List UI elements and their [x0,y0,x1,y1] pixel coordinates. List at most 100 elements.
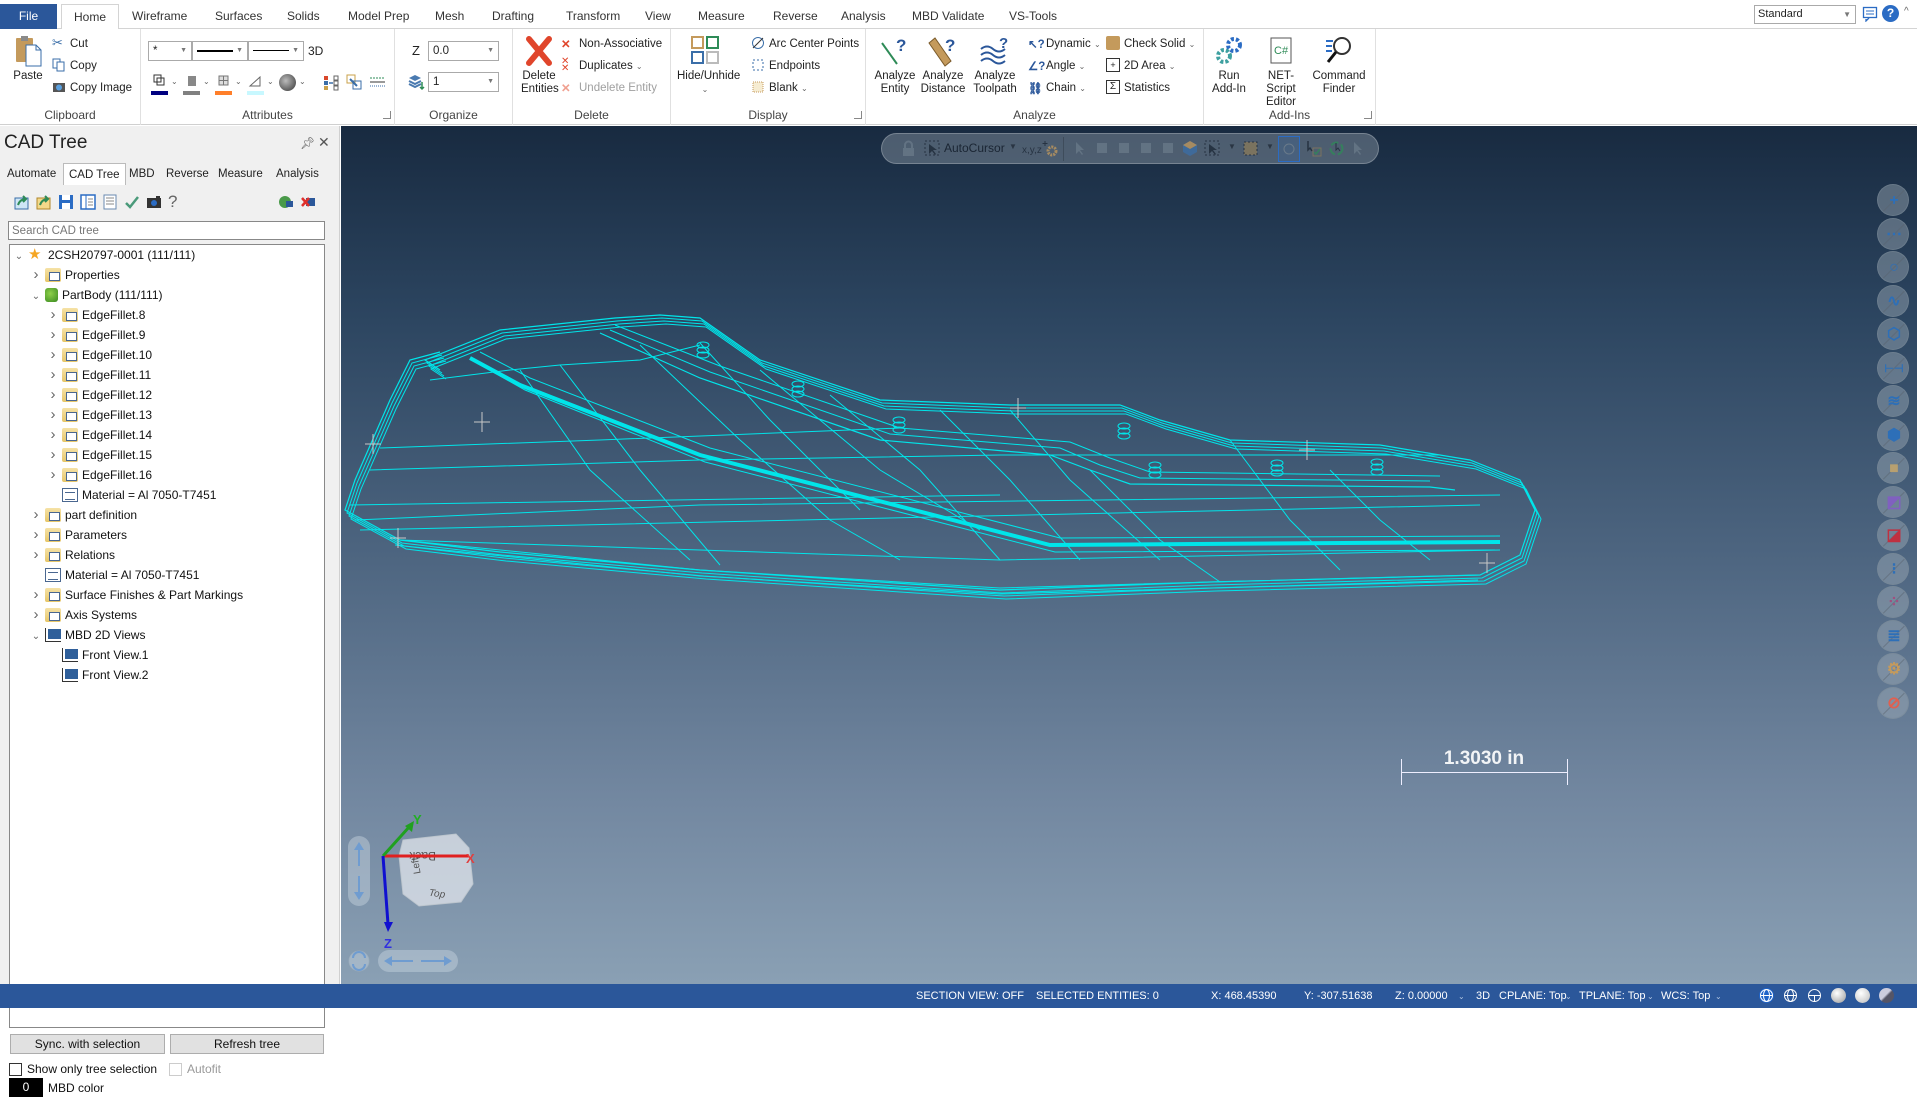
panel-tab-cad-tree[interactable]: CAD Tree [63,163,126,185]
statistics-button[interactable]: Σ Statistics [1106,79,1170,97]
angle-button[interactable]: ∠?Angle ⌄ [1028,57,1085,75]
lock-icon[interactable] [900,140,917,157]
tree-node[interactable]: › EdgeFillet.11 [46,365,152,385]
shaded-edges-sphere-icon[interactable] [1855,988,1870,1003]
expand-chevron-icon[interactable]: › [29,585,43,605]
reselect-icon[interactable] [1328,140,1345,157]
line-style-select[interactable]: ▼ [192,41,248,61]
collapse-chevron-icon[interactable]: ⌄ [29,287,43,307]
workspace-select[interactable]: Standard ▼ [1754,5,1856,24]
quick-mask-button[interactable]: ⊢⊣ [1877,351,1909,384]
window-select-icon[interactable] [1204,140,1221,157]
tree-node[interactable]: › Relations [29,545,116,565]
blank-button[interactable]: Blank ⌄ [751,79,808,97]
transfer-attributes-icon[interactable] [346,74,363,91]
cad-tree-search-input[interactable] [8,221,325,240]
net-script-editor-button[interactable]: C# NET-Script Editor [1254,35,1308,109]
quick-mask-button[interactable]: ∿ [1877,284,1909,317]
wireframe-model[interactable] [341,126,1917,984]
chevron-down-icon[interactable]: ⌄ [1458,992,1465,1001]
tab-solids[interactable]: Solids [275,4,332,29]
translucency-icon[interactable] [1879,988,1894,1003]
tree-node[interactable]: › part definition [29,505,138,525]
chevron-down-icon[interactable]: ⌄ [267,77,274,86]
expand-chevron-icon[interactable]: › [46,385,60,405]
chevron-down-icon[interactable]: ⌄ [1647,992,1654,1001]
hidden-removed-globe-icon[interactable] [1807,988,1822,1003]
non-associative-button[interactable]: ✕ Non-Associative [561,35,662,53]
paste-button[interactable]: Paste [8,35,48,83]
autofit-checkbox[interactable] [169,1063,182,1076]
analyze-distance-button[interactable]: ? Analyze Distance [918,35,968,96]
chain-button[interactable]: ⛓ Chain ⌄ [1028,79,1086,97]
set-attributes-icon[interactable] [323,74,340,91]
help-icon[interactable]: ? [168,193,184,210]
point-style-select[interactable]: * ▼ [148,41,192,61]
section-view-status[interactable]: SECTION VIEW: OFF [916,990,1024,1002]
add-view-icon[interactable] [278,194,294,210]
checkmark-icon[interactable] [124,194,140,210]
tree-node[interactable]: › EdgeFillet.9 [46,325,146,345]
tab-mesh[interactable]: Mesh [423,4,476,29]
level-input[interactable]: 1 ▼ [428,72,499,92]
quick-mask-button[interactable]: ■ [1877,452,1909,484]
chevron-down-icon[interactable]: ⌄ [171,77,178,86]
chevron-down-icon[interactable]: ▼ [1009,142,1017,151]
endpoints-button[interactable]: Endpoints [751,57,820,75]
solid-color-button[interactable] [183,74,200,95]
tree-node[interactable]: › Surface Finishes & Part Markings [29,585,244,605]
tree-node[interactable]: › EdgeFillet.8 [46,305,146,325]
chevron-down-icon[interactable]: ⌄ [1715,992,1722,1001]
surface-color-button[interactable] [215,74,232,95]
quick-mask-button[interactable]: ⋯ [1877,217,1909,250]
analyze-entity-button[interactable]: ? Analyze Entity [874,35,916,96]
expand-chevron-icon[interactable]: › [46,445,60,465]
display-launcher-icon[interactable] [854,111,862,119]
arc-center-points-button[interactable]: Arc Center Points [751,35,859,53]
collapse-chevron-icon[interactable]: ⌄ [29,627,43,647]
quick-mask-button[interactable]: ≣ [1877,619,1909,652]
expand-chevron-icon[interactable]: › [46,465,60,485]
clear-selection-icon[interactable] [1350,140,1367,157]
duplicates-button[interactable]: ✕ ✕ Duplicates ⌄ [561,56,643,75]
mode-3d-status[interactable]: 3D [1476,990,1490,1002]
hide-unhide-button[interactable]: Hide/Unhide ⌄ [677,35,740,96]
refresh-tree-button[interactable]: Refresh tree [170,1034,324,1054]
select-solid-color-icon[interactable] [1182,140,1199,157]
cad-tree[interactable]: ⌄ ★ 2CSH20797-0001 (111/111) › Properties ⌄ Pa… [9,244,325,1028]
material-sphere-icon[interactable] [279,74,296,91]
wcs-status[interactable]: WCS: Top [1661,990,1710,1002]
quick-mask-button[interactable]: ⬢ [1877,418,1909,451]
chevron-down-icon[interactable]: ⌄ [203,77,210,86]
panel-tab-measure[interactable]: Measure [213,163,268,185]
delete-entities-button[interactable]: Delete Entities [518,35,560,96]
line-color-button[interactable] [247,74,264,95]
expand-chevron-icon[interactable]: › [46,345,60,365]
analyze-toolpath-button[interactable]: ? Analyze Toolpath [970,35,1020,96]
quick-mask-button[interactable]: ⁝ [1877,552,1909,585]
collapse-chevron-icon[interactable]: ⌄ [12,247,26,267]
selection-mode-toggle[interactable] [1278,136,1300,162]
z-coordinate[interactable]: Z: 0.00000 [1395,990,1448,1002]
dynamic-button[interactable]: ↖?Dynamic ⌄ [1028,35,1101,53]
quick-mask-button[interactable]: ⚙ [1877,653,1909,685]
addins-launcher-icon[interactable] [1364,111,1372,119]
tree-node[interactable]: Material = Al 7050-T7451 [29,565,199,585]
export-icon[interactable] [14,194,30,210]
tree-node[interactable]: › EdgeFillet.15 [46,445,153,465]
wireframe-globe-icon[interactable] [1759,988,1774,1003]
expand-chevron-icon[interactable]: › [29,605,43,625]
rotate-view-button[interactable] [348,950,370,972]
shaded-sphere-icon[interactable] [1831,988,1846,1003]
quick-mask-button[interactable]: + [1877,184,1909,216]
copy-image-button[interactable]: Copy Image [52,79,132,97]
expand-chevron-icon[interactable]: › [46,425,60,445]
panel-tab-automate[interactable]: Automate [2,163,61,185]
tab-transform[interactable]: Transform [554,4,632,29]
show-only-tree-selection-checkbox[interactable] [9,1063,22,1076]
tree-node[interactable]: › Axis Systems [29,605,138,625]
tab-home[interactable]: Home [61,4,120,30]
xyz-input-icon[interactable]: x,y,z [1022,140,1042,157]
command-finder-button[interactable]: Command Finder [1312,35,1366,96]
z-depth-input[interactable]: 0.0 ▼ [428,41,499,61]
